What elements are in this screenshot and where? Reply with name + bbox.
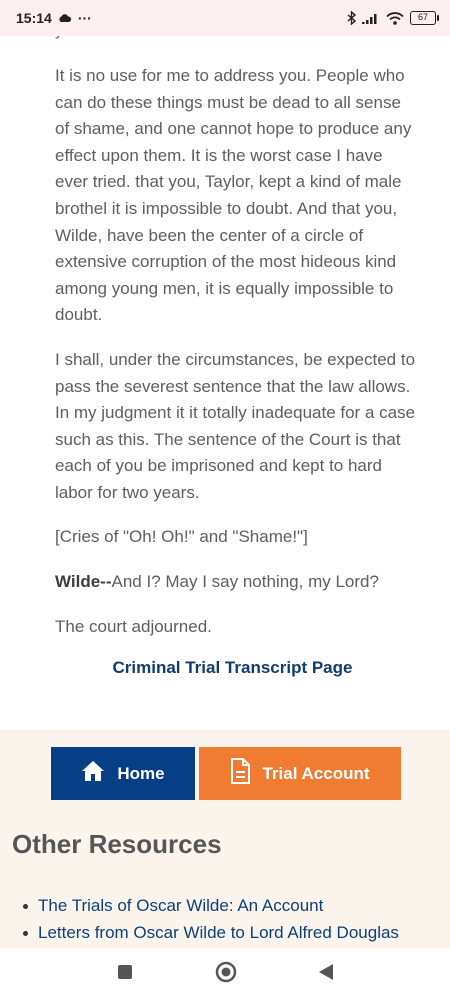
paragraph-judge-address: It is no use for me to address you. Peop… [55, 66, 412, 325]
square-icon [117, 964, 133, 985]
resources-list: The Trials of Oscar Wilde: An Account Le… [22, 893, 399, 946]
other-resources-heading: Other Resources [12, 829, 222, 859]
footer-section: Home Trial Account Other Resources The T… [0, 730, 450, 952]
paragraph-wilde: Wilde--And I? May I say nothing, my Lord… [55, 569, 417, 596]
home-button[interactable]: Home [51, 747, 195, 800]
status-bar: 15:14 ··· 67 [0, 0, 450, 36]
home-nav-button[interactable] [214, 961, 238, 988]
speaker-text: And I? May I say nothing, my Lord? [111, 572, 379, 591]
signal-icon [362, 12, 380, 24]
speaker-name: Wilde-- [55, 572, 112, 591]
system-nav-bar [0, 948, 450, 1000]
battery-icon: 67 [410, 11, 439, 25]
transcript-page-link[interactable]: Criminal Trial Transcript Page [0, 658, 450, 678]
bluetooth-icon [347, 11, 356, 25]
clock: 15:14 [16, 10, 52, 26]
resource-link-letters[interactable]: Letters from Oscar Wilde to Lord Alfred … [22, 920, 399, 947]
circle-icon [215, 961, 237, 988]
paragraph-adjourned: The court adjourned. [55, 617, 212, 636]
paragraph-sentence: I shall, under the circumstances, be exp… [55, 350, 416, 502]
cloud-icon [58, 10, 72, 26]
trial-account-label: Trial Account [262, 763, 370, 783]
home-button-label: Home [117, 763, 165, 783]
paragraph-cries: [Cries of "Oh! Oh!" and "Shame!"] [55, 527, 308, 546]
recent-apps-button[interactable] [113, 962, 137, 986]
wifi-icon [386, 11, 404, 25]
back-triangle-icon [318, 963, 334, 986]
resource-link-trials-account[interactable]: The Trials of Oscar Wilde: An Account [22, 893, 399, 920]
home-icon [81, 760, 105, 787]
back-button[interactable] [314, 962, 338, 986]
status-more: ··· [77, 10, 92, 26]
trial-account-button[interactable]: Trial Account [199, 747, 401, 800]
document-icon [230, 758, 251, 789]
